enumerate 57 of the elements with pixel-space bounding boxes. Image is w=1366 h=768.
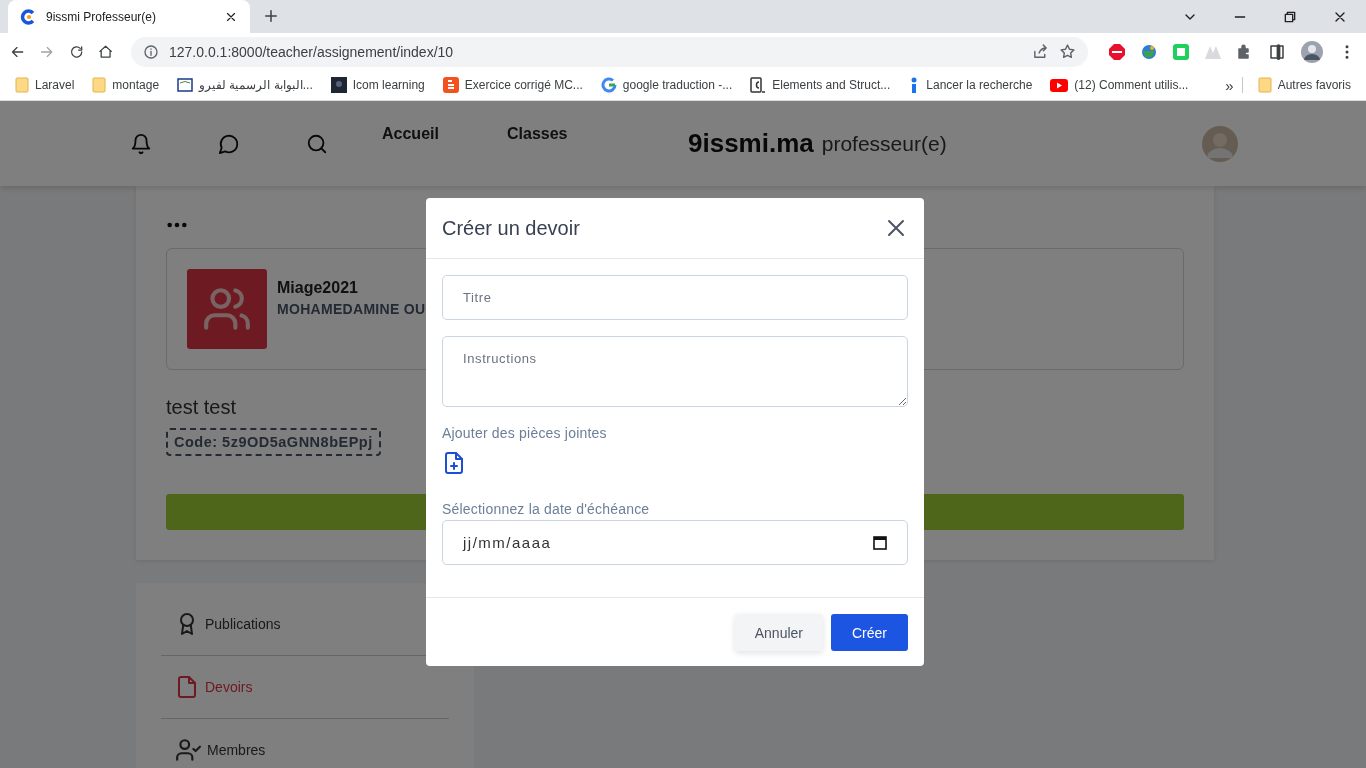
nav-link[interactable]: Classes: [507, 124, 632, 143]
info-icon: [143, 43, 159, 60]
bookmark[interactable]: Icom learning: [323, 73, 432, 97]
notifications-icon[interactable]: [130, 132, 152, 155]
bookmark[interactable]: Autres favoris: [1250, 73, 1358, 97]
bookmark[interactable]: google traduction -...: [593, 73, 740, 97]
dialog-title: Créer un devoir: [442, 216, 580, 240]
document-icon: [175, 675, 199, 699]
chat-icon[interactable]: [218, 132, 240, 155]
users-icon: [187, 269, 267, 349]
envelope-icon: [177, 78, 194, 92]
title-field[interactable]: Titre: [442, 275, 908, 320]
play-icon: [1050, 78, 1069, 92]
profile-avatar[interactable]: [1300, 39, 1324, 64]
create-button[interactable]: Créer: [831, 614, 908, 651]
bookmark[interactable]: Lancer la recherche: [901, 73, 1040, 97]
c-logo-icon: [20, 8, 36, 25]
bookmark[interactable]: (12) Comment utilis...: [1043, 74, 1196, 96]
stop-sign-icon[interactable]: [1108, 42, 1126, 61]
side-panel-icon[interactable]: [1268, 42, 1286, 61]
date-field[interactable]: jj/mm/aaaa: [442, 520, 908, 565]
globe-icon[interactable]: [1140, 42, 1158, 61]
bookmark[interactable]: Laravel: [8, 73, 82, 97]
class-code: Code: 5z9OD5aGNN8bEPpj: [166, 428, 381, 456]
sidebar-item[interactable]: Membres: [161, 719, 449, 768]
teacher-name: MOHAMEDAMINE OU: [277, 301, 426, 317]
due-date-label: Sélectionnez la date d'échéance: [442, 501, 651, 517]
share-icon[interactable]: [1032, 43, 1049, 60]
bookmark[interactable]: Exercice corrigé MC...: [435, 73, 590, 97]
calendar-icon[interactable]: [873, 535, 887, 550]
g-letter-icon: [600, 77, 617, 93]
bookmark[interactable]: البوابة الرسمية لفيرو...: [170, 74, 320, 96]
more-bookmarks-button[interactable]: »: [1225, 76, 1234, 94]
document-icon: [750, 77, 767, 93]
search-icon[interactable]: [306, 132, 328, 155]
blog-icon: [442, 77, 459, 93]
star-icon[interactable]: [1059, 43, 1076, 60]
bookmark[interactable]: montage: [85, 73, 167, 97]
folder-icon: [92, 77, 107, 93]
brand-role: professeur(e): [821, 131, 947, 156]
nav-link[interactable]: Accueil: [382, 124, 507, 143]
instructions-field[interactable]: Instructions: [442, 336, 908, 407]
class-title: test test: [166, 396, 238, 419]
address-bar[interactable]: 127.0.0.1:8000/teacher/assignement/index/10: [131, 36, 1088, 67]
cancel-button[interactable]: Annuler: [734, 614, 823, 651]
file-plus-icon: [442, 451, 466, 475]
thumbnail-icon: [330, 77, 347, 93]
browser-tab[interactable]: 9issmi Professeur(e): [8, 0, 250, 33]
add-file-button[interactable]: [442, 451, 466, 475]
user-check-icon: [175, 737, 201, 763]
class-name: Miage2021: [277, 279, 359, 297]
brand-name: 9issmi.ma: [688, 128, 814, 159]
folder-icon: [1257, 77, 1272, 93]
attachments-label: Ajouter des pièces jointes: [442, 425, 608, 441]
plus-icon[interactable]: [262, 7, 280, 25]
folder-icon: [15, 77, 29, 93]
bookmark[interactable]: Elements and Struct...: [743, 73, 898, 97]
